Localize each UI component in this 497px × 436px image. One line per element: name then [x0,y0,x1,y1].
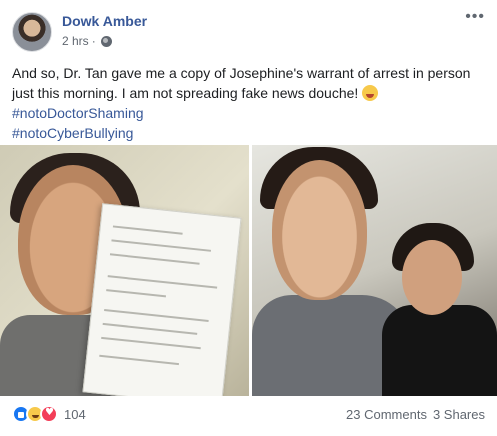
avatar[interactable] [12,12,52,52]
comments-count[interactable]: 23 Comments [346,407,427,422]
post-header: Dowk Amber 2 hrs · ••• [12,8,487,54]
photo-shirt [382,305,497,396]
photo-grid [0,145,497,396]
warrant-document [82,203,242,396]
post-footer: 104 23 Comments 3 Shares [12,402,487,426]
shares-count[interactable]: 3 Shares [433,407,485,422]
ellipsis-icon[interactable]: ••• [465,8,485,26]
post-message: And so, Dr. Tan gave me a copy of Joseph… [12,65,471,101]
love-icon [40,405,58,423]
photo-man-holding-warrant-document[interactable] [0,145,249,396]
post-time[interactable]: 2 hrs [62,34,89,48]
hashtag-doctor-shaming[interactable]: #notoDoctorShaming [12,103,490,123]
photo-face [402,240,462,315]
globe-icon[interactable] [100,35,112,47]
reactions-summary[interactable]: 104 [12,405,86,423]
photo-selfie-man-with-woman[interactable] [252,145,497,396]
author-name[interactable]: Dowk Amber [62,13,147,29]
post-meta: 2 hrs · [62,34,112,48]
hashtag-cyber-bullying[interactable]: #notoCyberBullying [12,123,490,143]
meta-separator: · [91,34,96,48]
photo-face [272,160,367,300]
reaction-count[interactable]: 104 [64,407,86,422]
engagement-counts: 23 Comments 3 Shares [346,407,485,422]
post-text: And so, Dr. Tan gave me a copy of Joseph… [12,63,490,143]
grinning-tongue-emoji [362,85,379,101]
